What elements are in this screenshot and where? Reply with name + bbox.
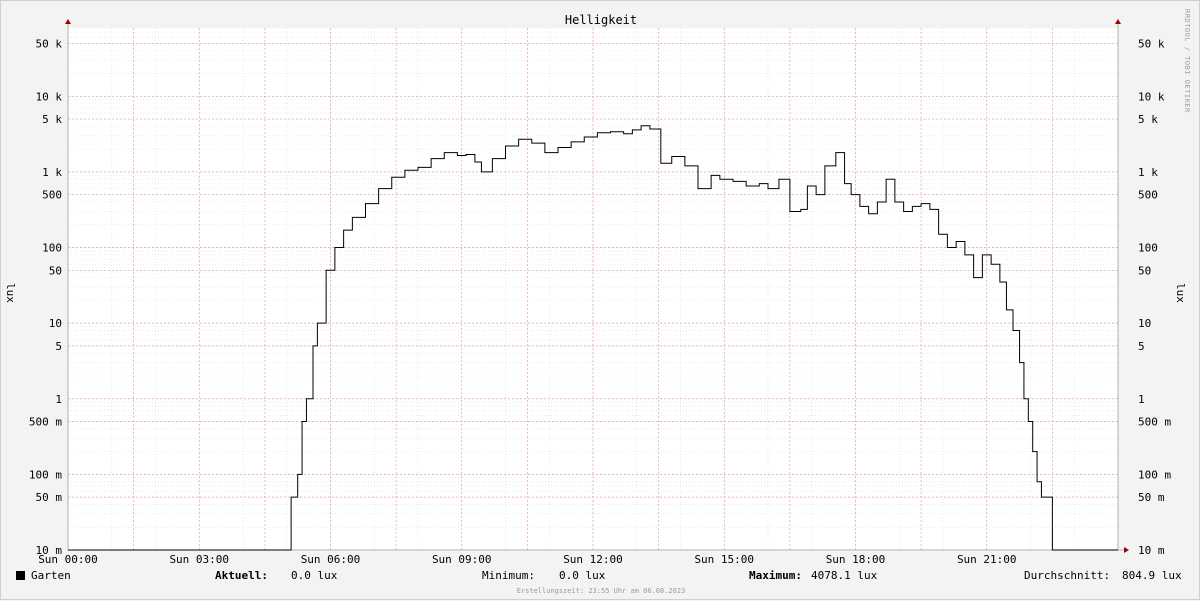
legend-maximum-value: 4078.1 lux <box>811 569 878 582</box>
y-tick-label-right: 50 m <box>1138 491 1165 504</box>
y-axis-label-left: lux <box>4 283 17 303</box>
x-tick-label: Sun 15:00 <box>694 553 754 566</box>
y-tick-label-left: 1 k <box>42 166 62 179</box>
x-tick-label: Sun 18:00 <box>826 553 886 566</box>
brightness-chart: 10 m 10 m50 m 50 m100 m 100 m500 m 500 m1 15 5… <box>29 19 1171 566</box>
y-tick-label-left: 100 <box>42 242 62 255</box>
y-tick-label-right: 5 k <box>1138 113 1158 126</box>
legend-average-value: 804.9 lux <box>1122 569 1182 582</box>
legend-current-value: 0.0 lux <box>291 569 338 582</box>
y-tick-label-right: 1 <box>1138 393 1145 406</box>
y-tick-label-left: 100 m <box>29 468 62 481</box>
y-tick-label-right: 100 m <box>1138 468 1171 481</box>
y-tick-label-right: 10 k <box>1138 90 1165 103</box>
chart-title: Helligkeit <box>564 13 638 27</box>
y-tick-label-left: 500 m <box>29 416 62 429</box>
legend-color-swatch <box>16 571 25 580</box>
rrdtool-watermark: RRDTOOL / TOBI OETIKER <box>1183 9 1191 113</box>
x-tick-label: Sun 09:00 <box>432 553 492 566</box>
y-tick-label-left: 1 <box>55 393 62 406</box>
legend-series-name: Garten <box>31 569 71 582</box>
x-tick-label: Sun 12:00 <box>563 553 623 566</box>
y-tick-label-right: 10 <box>1138 317 1151 330</box>
legend-current-label: Aktuell: <box>215 569 268 582</box>
x-tick-label: Sun 21:00 <box>957 553 1017 566</box>
x-tick-label: Sun 06:00 <box>301 553 361 566</box>
y-tick-label-right: 100 <box>1138 242 1158 255</box>
y-tick-label-left: 50 m <box>36 491 63 504</box>
y-tick-label-right: 500 m <box>1138 416 1171 429</box>
legend-average-label: Durchschnitt: <box>1024 569 1111 582</box>
x-tick-label: Sun 00:00 <box>38 553 98 566</box>
x-axis-arrow <box>1124 547 1129 553</box>
y-tick-label-right: 10 m <box>1138 544 1165 557</box>
legend-minimum-label: Minimum: <box>482 569 535 582</box>
y-tick-label-left: 10 k <box>36 90 63 103</box>
y-axis-label-right: lux <box>1174 283 1187 303</box>
y-tick-label-left: 50 <box>49 264 62 277</box>
y-tick-label-left: 500 <box>42 189 62 202</box>
y-tick-label-right: 50 <box>1138 264 1151 277</box>
y-tick-label-left: 5 <box>55 340 62 353</box>
legend-maximum-label: Maximum: <box>749 569 802 582</box>
graph-frame: 10 m 10 m 50 m 50 m 100 m 100 m 500 m 500 m1155… <box>0 0 1200 600</box>
x-tick-label: Sun 03:00 <box>169 553 229 566</box>
y-tick-label-left: 50 k <box>36 37 63 50</box>
y-tick-label-right: 1 k <box>1138 166 1158 179</box>
y-tick-label-left: 10 <box>49 317 62 330</box>
y-tick-label-right: 500 <box>1138 189 1158 202</box>
legend-minimum-value: 0.0 lux <box>559 569 606 582</box>
y-tick-label-right: 5 <box>1138 340 1145 353</box>
y-tick-label-left: 5 k <box>42 113 62 126</box>
y-tick-label-right: 50 k <box>1138 37 1165 50</box>
footer-timestamp: Erstellungszeit: 23:55 Uhr am 06.08.2023 <box>516 587 686 595</box>
